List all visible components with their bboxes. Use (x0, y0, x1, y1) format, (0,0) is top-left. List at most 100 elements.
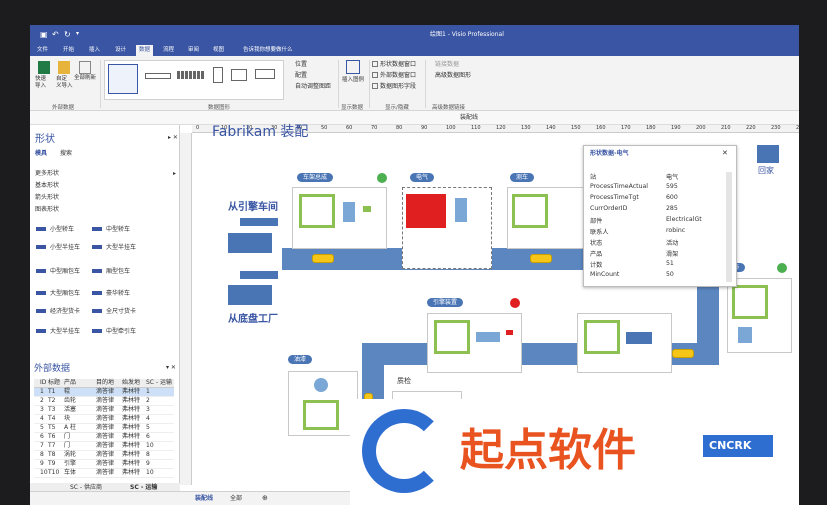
vehicle-icon[interactable] (92, 309, 102, 313)
stencil-charts[interactable]: 图表形状 (35, 207, 59, 213)
stencil-shape[interactable]: 中型牵引车 (106, 329, 136, 335)
custom-import-button[interactable]: 自定 义导入 (56, 76, 73, 90)
table-row[interactable]: 1 T1 辊 滴答律 弗林特 1 (34, 388, 174, 397)
shape-data-value[interactable]: 600 (666, 194, 678, 201)
stencil-shape[interactable]: 大型厢包车 (50, 291, 80, 297)
gallery-item[interactable] (231, 69, 247, 81)
stencil-shape[interactable]: 小型半挂车 (50, 245, 80, 251)
gallery-item[interactable] (145, 73, 171, 79)
quality-label[interactable]: 质检 (397, 378, 411, 385)
position-button[interactable]: 位置 (295, 62, 307, 68)
col-header-sc[interactable]: SC - 运输 (146, 380, 172, 386)
vehicle-icon[interactable] (36, 245, 46, 249)
data-graphic-fields-checkbox[interactable]: 数据图形字段 (380, 84, 416, 90)
table-row[interactable]: 5 T5 A 柱 滴答律 弗林特 5 (34, 424, 174, 433)
redo-icon[interactable]: ↻ (64, 31, 71, 39)
shape-data-window-checkbox[interactable]: 形状数据窗口 (380, 62, 416, 68)
page-tab-all[interactable]: 全部 (230, 496, 242, 502)
gallery-item[interactable] (177, 71, 205, 79)
col-header-origin[interactable]: 始发地 (122, 380, 140, 386)
stencil-shape[interactable]: 大型半挂车 (50, 329, 80, 335)
checkbox-icon[interactable] (372, 61, 378, 67)
tab-view[interactable]: 视图 (210, 45, 227, 56)
station-box[interactable] (292, 187, 387, 249)
stencil-shape[interactable]: 中型轿车 (106, 227, 130, 233)
tab-process[interactable]: 流程 (160, 45, 177, 56)
stencil-shape[interactable]: 经济型货卡 (50, 309, 80, 315)
vehicle-icon[interactable] (36, 329, 46, 333)
gallery-item[interactable] (213, 67, 223, 83)
tab-file[interactable]: 文件 (34, 45, 51, 56)
undo-icon[interactable]: ↶ (52, 31, 59, 39)
insert-legend-button[interactable]: 插入图例 (342, 77, 364, 84)
col-header-product[interactable]: 产品 (64, 380, 76, 386)
gallery-item[interactable] (108, 64, 138, 94)
shape-data-value[interactable]: 活动 (666, 238, 678, 247)
table-row[interactable]: 3 T3 活塞 滴答律 弗林特 3 (34, 406, 174, 415)
car[interactable] (312, 254, 334, 263)
station-label[interactable]: 引擎装置 (427, 298, 464, 308)
station-label[interactable]: 车架总成 (297, 173, 334, 183)
shape-data-value[interactable]: 285 (666, 205, 678, 212)
station-box-selected[interactable] (402, 187, 492, 269)
shapes-panel-menu-icon[interactable]: ▸ ✕ (168, 135, 178, 141)
col-header-id[interactable]: ID (40, 380, 46, 386)
station-box[interactable] (288, 371, 358, 436)
vehicle-icon[interactable] (92, 291, 102, 295)
link-data-button[interactable]: 链接数据 (435, 62, 459, 68)
station-label[interactable]: 油漆 (288, 355, 313, 365)
vehicle-icon[interactable] (92, 245, 102, 249)
col-header-title[interactable]: 标题 (48, 380, 60, 386)
config-button[interactable]: 配置 (295, 73, 307, 79)
stencil-more-shapes[interactable]: 更多形状 (35, 171, 59, 177)
car[interactable] (530, 254, 552, 263)
tab-review[interactable]: 审阅 (185, 45, 202, 56)
add-page-icon[interactable]: ⊕ (262, 495, 268, 502)
station-box[interactable] (727, 278, 792, 353)
shape-data-value[interactable]: 595 (666, 183, 678, 190)
shape-data-value[interactable]: 电气 (666, 172, 678, 181)
tab-home[interactable]: 开始 (60, 45, 77, 56)
vehicle-icon[interactable] (92, 329, 102, 333)
stencil-shape[interactable]: 大型半挂车 (106, 245, 136, 251)
qat-more-icon[interactable]: ▾ (76, 31, 79, 37)
page-tab-assembly[interactable]: 装配线 (195, 496, 213, 502)
auto-adjust-button[interactable]: 自动调整图距 (295, 84, 331, 90)
tab-search[interactable]: 搜索 (60, 151, 72, 157)
tab-stencils[interactable]: 模具 (35, 151, 47, 157)
table-row[interactable]: 4 T4 块 滴答律 弗林特 4 (34, 415, 174, 424)
tab-insert[interactable]: 插入 (86, 45, 103, 56)
vehicle-icon[interactable] (36, 227, 46, 231)
gallery-item[interactable] (255, 69, 275, 79)
shape-data-value[interactable]: robinc (666, 227, 685, 234)
quick-import-button[interactable]: 快速 导入 (35, 76, 46, 90)
vehicle-icon[interactable] (92, 269, 102, 273)
external-data-menu-icon[interactable]: ▾ ✕ (166, 365, 176, 371)
shape-data-value[interactable]: 50 (666, 271, 674, 278)
stencil-more-arrow-icon[interactable]: ▸ (173, 171, 176, 177)
external-data-window-checkbox[interactable]: 外部数据窗口 (380, 73, 416, 79)
stencil-shape[interactable]: 豪华轿车 (106, 291, 130, 297)
stencil-basic[interactable]: 基本形状 (35, 183, 59, 189)
station-box[interactable] (577, 313, 672, 373)
refresh-all-button[interactable]: 全部刷新 (74, 75, 96, 82)
vehicle-icon[interactable] (36, 309, 46, 313)
stencil-arrows[interactable]: 箭头形状 (35, 195, 59, 201)
car[interactable] (672, 349, 694, 358)
shape-data-value[interactable]: ElectricalGt (666, 216, 702, 223)
table-row[interactable]: 6 T6 门 滴答律 弗林特 6 (34, 433, 174, 442)
table-row[interactable]: 9 T9 引擎 滴答律 弗林特 9 (34, 460, 174, 469)
data-graphic-gallery[interactable] (104, 60, 284, 100)
col-header-destination[interactable]: 目的地 (96, 380, 114, 386)
vehicle-icon[interactable] (36, 291, 46, 295)
station-label[interactable]: 测车 (510, 173, 535, 183)
checkbox-icon[interactable] (372, 72, 378, 78)
stencil-shape[interactable]: 厢型包车 (106, 269, 130, 275)
tell-me-input[interactable]: 告诉我你想要做什么 (240, 45, 296, 56)
station-box[interactable] (507, 187, 587, 249)
stencil-shape[interactable]: 小型轿车 (50, 227, 74, 233)
checkbox-icon[interactable] (372, 83, 378, 89)
save-icon[interactable]: ▣ (40, 31, 48, 39)
vehicle-icon[interactable] (92, 227, 102, 231)
vehicle-icon[interactable] (36, 269, 46, 273)
